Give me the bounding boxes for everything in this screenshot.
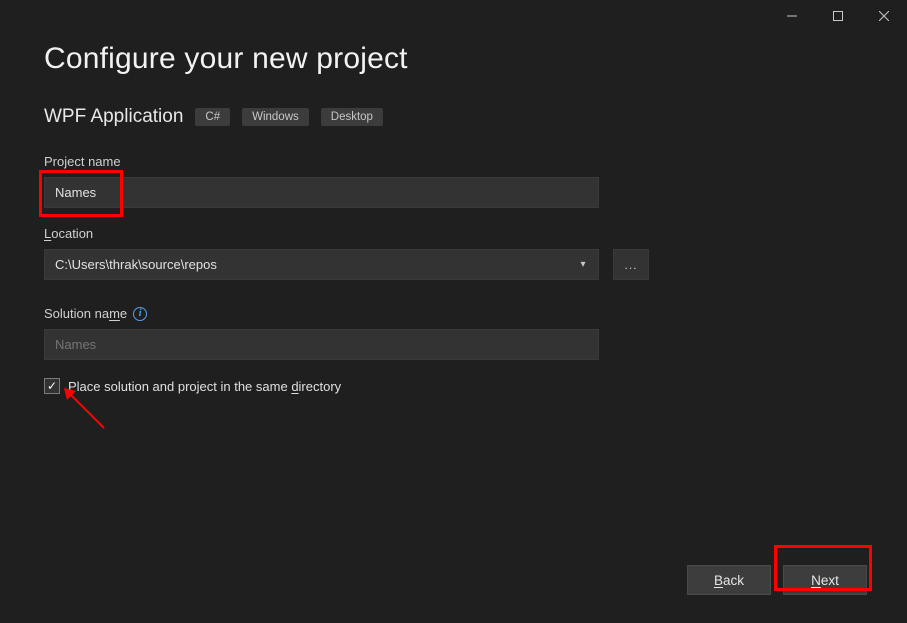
chevron-down-icon: ▾ — [574, 259, 592, 270]
next-button[interactable]: Next — [783, 565, 867, 595]
info-icon[interactable]: i — [133, 307, 147, 321]
browse-button[interactable]: ... — [613, 249, 649, 280]
location-value: C:\Users\thrak\source\repos — [55, 257, 217, 272]
close-button[interactable] — [861, 0, 907, 32]
place-same-dir-label: Place solution and project in the same d… — [68, 379, 341, 394]
template-info: WPF Application C# Windows Desktop — [44, 106, 863, 128]
maximize-button[interactable] — [815, 0, 861, 32]
template-tag: Desktop — [321, 108, 383, 126]
template-name: WPF Application — [44, 106, 183, 128]
place-same-dir-row[interactable]: ✓ Place solution and project in the same… — [44, 378, 863, 394]
project-name-label: Project name — [44, 154, 863, 169]
project-name-input[interactable] — [44, 177, 599, 208]
back-button[interactable]: Back — [687, 565, 771, 595]
solution-name-label: Solution name i — [44, 306, 863, 321]
titlebar — [0, 0, 907, 32]
minimize-button[interactable] — [769, 0, 815, 32]
template-tag: Windows — [242, 108, 309, 126]
location-label: Location — [44, 226, 863, 241]
template-tag: C# — [195, 108, 230, 126]
page-title: Configure your new project — [44, 42, 863, 76]
location-combo[interactable]: C:\Users\thrak\source\repos ▾ — [44, 249, 599, 280]
place-same-dir-checkbox[interactable]: ✓ — [44, 378, 60, 394]
solution-name-input — [44, 329, 599, 360]
